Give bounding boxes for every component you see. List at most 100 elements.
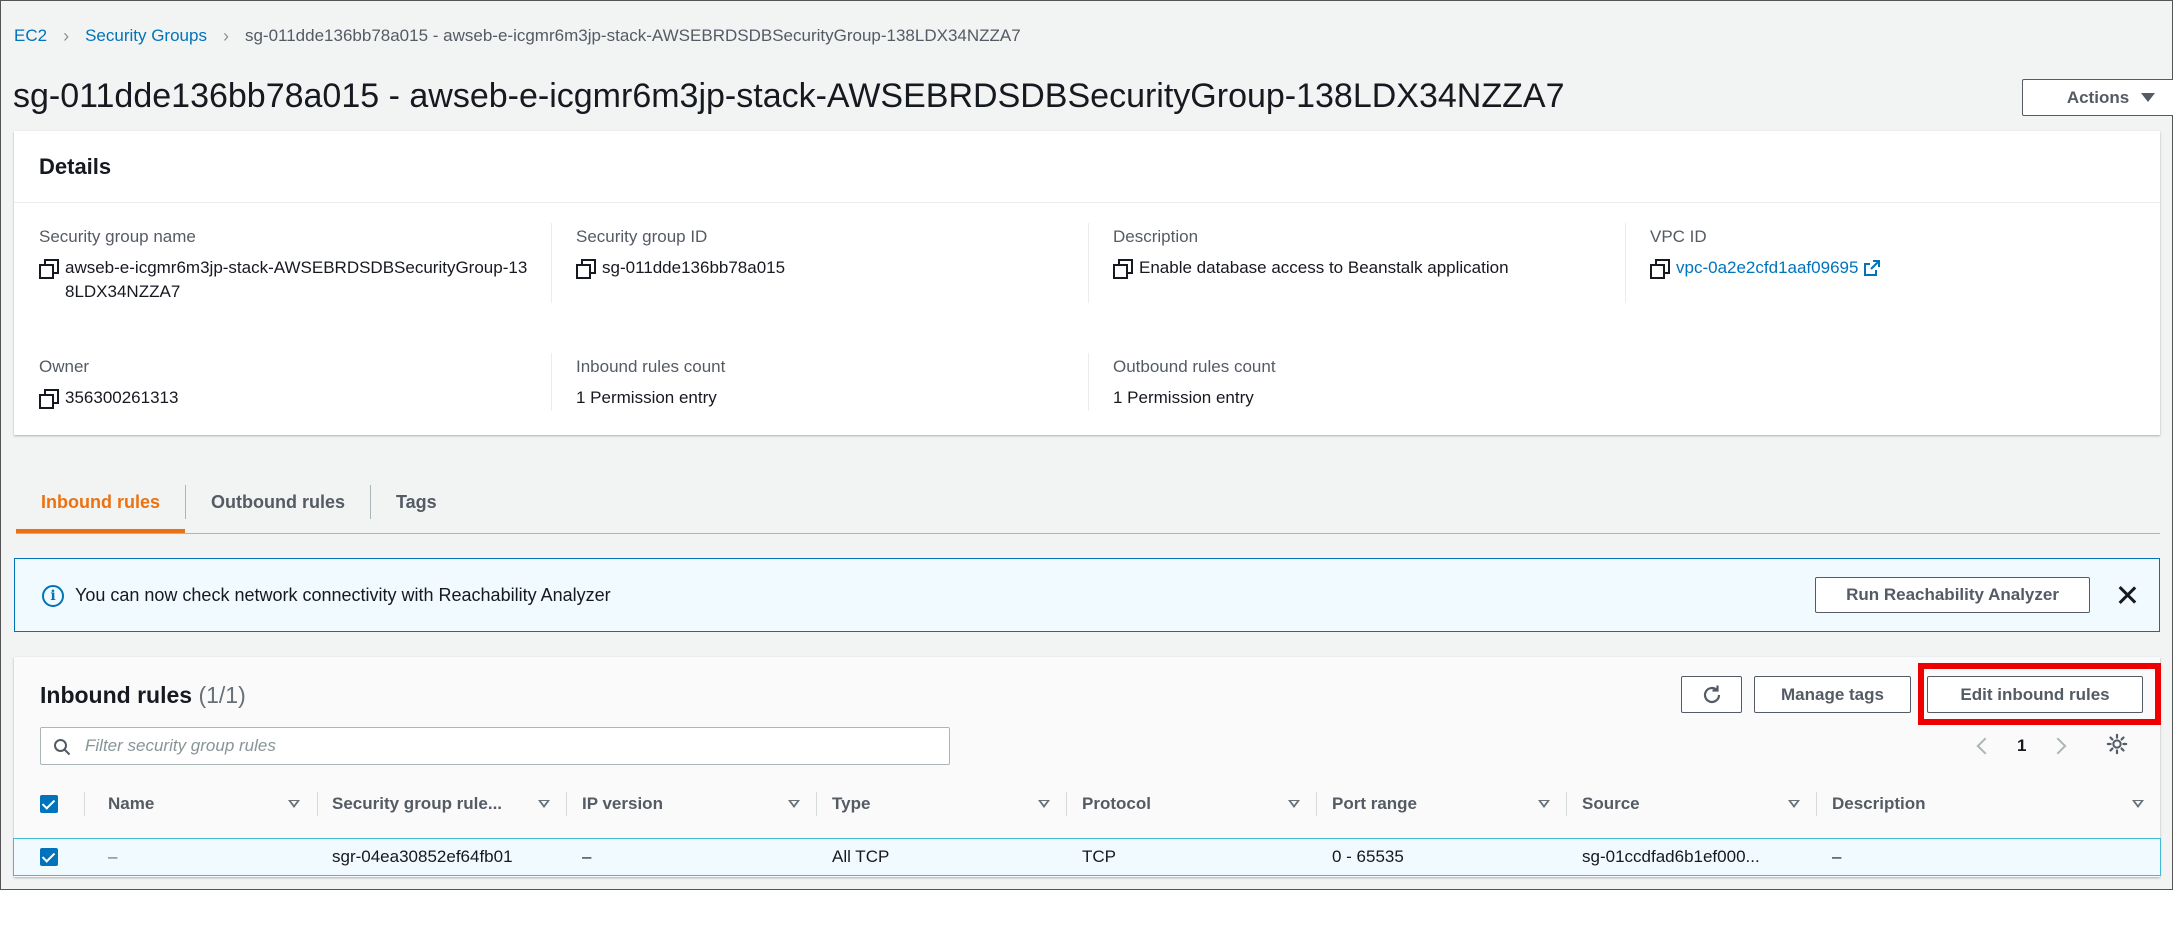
table-row[interactable]: – sgr-04ea30852ef64fb01 – All TCP TCP 0 … — [13, 838, 2161, 876]
info-icon: i — [42, 585, 64, 607]
select-all-checkbox[interactable] — [40, 780, 58, 828]
divider — [551, 353, 552, 411]
tabs-divider-line — [16, 533, 2160, 534]
column-header-ip-version[interactable]: IP version — [582, 780, 800, 828]
inbound-rules-count: (1/1) — [198, 682, 246, 708]
sort-icon — [788, 800, 800, 808]
column-header-protocol[interactable]: Protocol — [1082, 780, 1300, 828]
cell-description: – — [1832, 847, 1842, 866]
sort-icon — [288, 800, 300, 808]
actions-button-label: Actions — [2066, 87, 2130, 107]
breadcrumb-current: sg-011dde136bb78a015 - awseb-e-icgmr6m3j… — [244, 26, 1021, 45]
column-label: Protocol — [1082, 794, 1151, 813]
pagination: 1 — [1976, 729, 2067, 763]
gear-icon[interactable] — [2106, 733, 2128, 755]
tab-inbound-rules[interactable]: Inbound rules — [16, 471, 185, 533]
column-divider — [317, 792, 318, 816]
field-value: 1 Permission entry — [1113, 388, 1254, 407]
breadcrumb: EC2 › Security Groups › sg-011dde136bb78… — [14, 23, 1021, 49]
field-value: sg-011dde136bb78a015 — [576, 256, 1096, 280]
column-header-description[interactable]: Description — [1832, 780, 2144, 828]
field-label: Security group name — [39, 227, 196, 246]
column-header-source[interactable]: Source — [1582, 780, 1800, 828]
field-value: awseb-e-icgmr6m3jp-stack-AWSEBRDSDBSecur… — [39, 256, 539, 304]
field-security-group-id: Security group ID sg-011dde136bb78a015 — [576, 227, 1096, 280]
owner-value: 356300261313 — [65, 388, 179, 407]
field-outbound-rules-count: Outbound rules count 1 Permission entry — [1113, 357, 1633, 410]
field-description: Description Enable database access to Be… — [1113, 227, 1633, 280]
close-icon[interactable] — [2115, 583, 2139, 607]
filter-box — [40, 727, 950, 765]
tab-bar: Inbound rules Outbound rules Tags — [16, 471, 462, 533]
cell-rule-id: sgr-04ea30852ef64fb01 — [332, 847, 513, 866]
tab-outbound-rules[interactable]: Outbound rules — [186, 471, 370, 533]
sort-icon — [1538, 800, 1550, 808]
alert-text: You can now check network connectivity w… — [75, 585, 611, 605]
cell-name: – — [108, 847, 118, 866]
security-group-id-value: sg-011dde136bb78a015 — [602, 258, 786, 277]
column-header-port-range[interactable]: Port range — [1332, 780, 1550, 828]
breadcrumb-ec2-link[interactable]: EC2 — [14, 26, 47, 46]
checkbox-checked-icon — [40, 795, 58, 813]
field-vpc-id: VPC ID vpc-0a2e2cfd1aaf09695 — [1650, 227, 2170, 280]
column-header-security-group-rule[interactable]: Security group rule... — [332, 780, 550, 828]
column-label: Name — [108, 794, 155, 813]
field-label: Outbound rules count — [1113, 357, 1276, 376]
divider — [551, 223, 552, 303]
field-inbound-rules-count: Inbound rules count 1 Permission entry — [576, 357, 1096, 410]
external-link-icon[interactable] — [1864, 260, 1881, 276]
divider — [1088, 223, 1089, 303]
chevron-right-icon: › — [63, 25, 70, 46]
sort-icon — [538, 800, 550, 808]
page-number[interactable]: 1 — [2017, 736, 2026, 756]
column-divider — [84, 792, 85, 816]
column-header-type[interactable]: Type — [832, 780, 1050, 828]
vpc-id-link[interactable]: vpc-0a2e2cfd1aaf09695 — [1676, 256, 1858, 280]
cell-protocol: TCP — [1082, 847, 1116, 866]
caret-down-icon — [2141, 93, 2156, 102]
chevron-left-icon[interactable] — [1976, 737, 1994, 755]
field-label: Description — [1113, 227, 1199, 246]
column-divider — [566, 792, 567, 816]
app-window: EC2 › Security Groups › sg-011dde136bb78… — [0, 0, 2173, 890]
column-divider — [1316, 792, 1317, 816]
column-label: Port range — [1332, 794, 1418, 813]
column-divider — [816, 792, 817, 816]
column-header-name[interactable]: Name — [108, 780, 300, 828]
copy-icon[interactable] — [1650, 259, 1670, 279]
copy-icon[interactable] — [39, 389, 59, 409]
column-label: Source — [1582, 794, 1640, 813]
field-value: 1 Permission entry — [576, 388, 717, 407]
field-label: Inbound rules count — [576, 357, 726, 376]
chevron-right-icon[interactable] — [2049, 737, 2067, 755]
breadcrumb-security-groups-link[interactable]: Security Groups — [85, 26, 207, 46]
field-label: Security group ID — [576, 227, 708, 246]
column-divider — [1066, 792, 1067, 816]
actions-button[interactable]: Actions — [2022, 79, 2173, 116]
filter-security-group-rules-input[interactable] — [85, 736, 935, 756]
inbound-rules-panel: Inbound rules (1/1) Manage tags Edit inb… — [13, 657, 2161, 877]
field-label: VPC ID — [1650, 227, 1707, 246]
copy-icon[interactable] — [576, 259, 596, 279]
field-label: Owner — [39, 357, 90, 376]
details-header: Details — [14, 131, 2160, 203]
sort-icon — [1788, 800, 1800, 808]
table-header: Name Security group rule... IP version T… — [14, 780, 2160, 828]
refresh-button[interactable] — [1681, 676, 1742, 713]
column-divider — [1566, 792, 1567, 816]
tab-tags[interactable]: Tags — [371, 471, 462, 533]
divider — [1088, 353, 1089, 411]
divider — [1625, 223, 1626, 303]
manage-tags-button[interactable]: Manage tags — [1754, 676, 1911, 713]
column-label: IP version — [582, 794, 663, 813]
run-reachability-analyzer-button[interactable]: Run Reachability Analyzer — [1815, 577, 2090, 613]
column-label: Description — [1832, 794, 1926, 813]
field-value: Enable database access to Beanstalk appl… — [1113, 256, 1633, 280]
copy-icon[interactable] — [1113, 259, 1133, 279]
chevron-right-icon: › — [222, 25, 229, 46]
details-title: Details — [39, 153, 112, 179]
field-value: vpc-0a2e2cfd1aaf09695 — [1650, 256, 2170, 280]
copy-icon[interactable] — [39, 259, 59, 279]
page-title: sg-011dde136bb78a015 - awseb-e-icgmr6m3j… — [13, 77, 1565, 115]
row-checkbox[interactable] — [40, 839, 58, 875]
